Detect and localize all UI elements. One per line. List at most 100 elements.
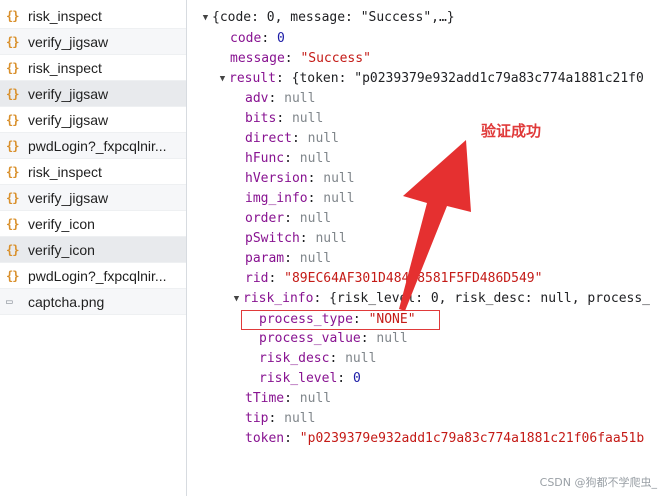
prop-value: null (284, 91, 316, 106)
request-name: captcha.png (28, 293, 105, 310)
request-item[interactable]: {} verify_icon (0, 211, 186, 237)
json-braces-icon: {} (6, 60, 19, 75)
prop-key: pSwitch (245, 231, 300, 246)
json-braces-icon: {} (6, 164, 19, 179)
prop-key: order (245, 211, 285, 226)
json-braces-icon: {} (6, 216, 19, 231)
highlight-box (241, 310, 440, 330)
triangle-down-icon[interactable]: ▼ (230, 289, 243, 309)
prop-value: null (299, 151, 332, 166)
json-braces-icon: {} (6, 8, 19, 23)
request-item[interactable]: {} risk_inspect (0, 3, 186, 29)
tree-row-result[interactable]: ▼ result: {token: "p0239379e932add1c79a83… (216, 69, 644, 89)
request-name: verify_jigsaw (28, 85, 109, 102)
prop-key: direct (245, 131, 292, 146)
prop-value: null (284, 411, 316, 426)
prop-value: "p0239379e932add1c79a83c774a1881c21f06fa… (299, 431, 645, 446)
request-item[interactable]: {} verify_jigsaw (0, 185, 186, 211)
request-item-selected[interactable]: {} verify_icon (0, 237, 186, 263)
prop-value: null (345, 351, 377, 366)
request-name: risk_inspect (28, 59, 102, 76)
root-summary: {code: 0, message: "Success",…} (212, 10, 455, 25)
prop-value: null (299, 391, 332, 406)
prop-value: null (307, 131, 339, 146)
prop-key: result (229, 71, 276, 86)
request-item[interactable]: {} verify_jigsaw (0, 81, 186, 107)
tree-row[interactable]: bits: null (245, 109, 323, 129)
prop-key: hFunc (245, 151, 285, 166)
risk-info-summary: {risk_level: 0, risk_desc: null, process… (329, 291, 651, 306)
json-braces-icon: {} (6, 242, 19, 257)
prop-key: rid (245, 271, 269, 286)
prop-key: message (230, 51, 285, 66)
tree-row[interactable]: rid: "89EC64AF301D484B8581F5FD486D549" (245, 269, 542, 289)
tree-row[interactable]: risk_desc: null (259, 349, 376, 369)
result-summary: {token: "p0239379e932add1c79a83c774a1881… (291, 71, 644, 86)
image-file-icon: ▭ (6, 295, 13, 308)
tree-row[interactable]: code: 0 (230, 29, 285, 49)
request-name: verify_icon (28, 241, 95, 258)
prop-key: tip (245, 411, 269, 426)
request-item[interactable]: {} verify_jigsaw (0, 107, 186, 133)
request-name: verify_icon (28, 215, 95, 232)
json-braces-icon: {} (6, 190, 19, 205)
annotation-label: 验证成功 (481, 122, 542, 140)
request-item[interactable]: ▭ captcha.png (0, 289, 186, 315)
request-name: pwdLogin?_fxpcqlnir... (28, 137, 167, 154)
request-name: risk_inspect (28, 163, 102, 180)
prop-value: null (376, 331, 408, 346)
prop-key: img_info (245, 191, 308, 206)
prop-key: bits (245, 111, 277, 126)
tree-row[interactable]: risk_level: 0 (259, 369, 361, 389)
json-braces-icon: {} (6, 34, 19, 49)
request-item[interactable]: {} risk_inspect (0, 55, 186, 81)
prop-key: risk_level (259, 371, 338, 386)
prop-key: risk_info (243, 291, 314, 306)
request-item[interactable]: {} verify_jigsaw (0, 29, 186, 55)
prop-key: tTime (245, 391, 285, 406)
prop-value: "Success" (300, 51, 371, 66)
prop-value: null (299, 251, 332, 266)
network-request-list: {} risk_inspect {} verify_jigsaw {} risk_in… (0, 0, 187, 496)
request-name: verify_jigsaw (28, 189, 109, 206)
request-item[interactable]: {} risk_inspect (0, 159, 186, 185)
prop-key: code (230, 31, 262, 46)
prop-value: null (299, 211, 332, 226)
prop-key: process_value (259, 331, 361, 346)
request-item[interactable]: {} pwdLogin?_fxpcqlnir... (0, 133, 186, 159)
tree-row[interactable]: message: "Success" (230, 49, 371, 69)
tree-row[interactable]: direct: null (245, 129, 339, 149)
tree-row-root[interactable]: ▼ {code: 0, message: "Success",…} (199, 8, 455, 28)
tree-row[interactable]: hFunc: null (245, 149, 331, 169)
request-name: pwdLogin?_fxpcqlnir... (28, 267, 167, 284)
response-preview-pane: ▼ {code: 0, message: "Success",…} code: 0… (187, 0, 665, 496)
tree-row[interactable]: process_value: null (259, 329, 408, 349)
prop-key: token (245, 431, 285, 446)
json-braces-icon: {} (6, 86, 19, 101)
prop-value: null (291, 111, 324, 126)
tree-row[interactable]: hVersion: null (245, 169, 355, 189)
prop-value: null (315, 231, 347, 246)
tree-row-risk-info[interactable]: ▼ risk_info: {risk_level: 0, risk_desc: n… (230, 289, 650, 309)
tree-row[interactable]: tTime: null (245, 389, 331, 409)
prop-key: risk_desc (259, 351, 330, 366)
tree-row[interactable]: token: "p0239379e932add1c79a83c774a1881c… (245, 429, 644, 449)
tree-row[interactable]: img_info: null (245, 189, 355, 209)
prop-value: 0 (352, 371, 361, 386)
request-name: verify_jigsaw (28, 111, 109, 128)
request-item[interactable]: {} pwdLogin?_fxpcqlnir... (0, 263, 186, 289)
json-braces-icon: {} (6, 138, 19, 153)
prop-value: 0 (276, 31, 285, 46)
tree-row[interactable]: param: null (245, 249, 331, 269)
prop-value: null (323, 171, 355, 186)
tree-row[interactable]: adv: null (245, 89, 315, 109)
request-name: risk_inspect (28, 7, 102, 24)
request-name: verify_jigsaw (28, 33, 109, 50)
tree-row[interactable]: pSwitch: null (245, 229, 347, 249)
triangle-down-icon[interactable]: ▼ (199, 8, 212, 28)
watermark: CSDN @狗都不学爬虫_ (539, 476, 657, 489)
tree-row[interactable]: order: null (245, 209, 331, 229)
triangle-down-icon[interactable]: ▼ (216, 69, 229, 89)
tree-row[interactable]: tip: null (245, 409, 315, 429)
prop-value: null (323, 191, 355, 206)
